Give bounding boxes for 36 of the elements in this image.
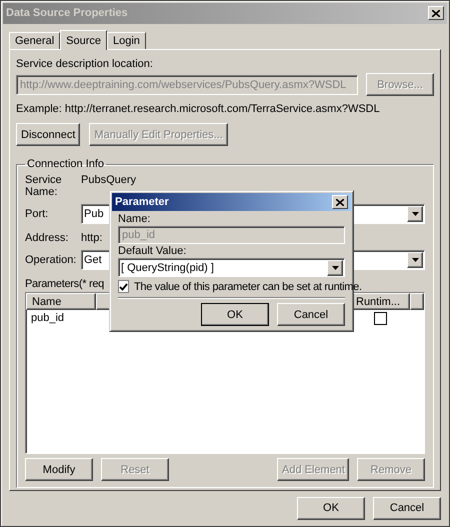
default-value-dropdown[interactable]: [ QueryString(pid) ]: [118, 258, 345, 277]
field-label: Service description location:: [16, 58, 154, 70]
example-text: Example: http://terranet.research.microsoft.com/TerraService.asmx?WSDL: [16, 103, 380, 116]
close-icon: [432, 10, 440, 17]
dialog-button[interactable]: OK: [297, 496, 365, 520]
field-label: Default Value:: [118, 245, 188, 257]
close-button[interactable]: [332, 195, 348, 209]
dropdown-arrow-icon: [332, 266, 338, 270]
field-label: Service Name:: [25, 174, 63, 198]
column-header[interactable]: Name: [26, 293, 96, 310]
table-button[interactable]: Modify: [25, 458, 93, 482]
close-button[interactable]: [428, 6, 444, 20]
field-label: Operation:: [25, 254, 78, 266]
action-button[interactable]: Disconnect: [16, 123, 80, 146]
dialog-button[interactable]: OK: [201, 303, 269, 326]
address-value: http:: [81, 232, 102, 244]
tab[interactable]: Login: [107, 32, 146, 50]
window-title: Data Source Properties: [6, 7, 128, 20]
service-name: PubsQuery: [81, 174, 136, 186]
tab[interactable]: Source: [60, 30, 107, 50]
dialog-title: Parameter: [115, 196, 169, 208]
tab[interactable]: General: [9, 32, 60, 50]
table-cell-text: pub_id: [30, 312, 66, 324]
group-title: Connection Info: [26, 158, 106, 170]
close-icon: [336, 198, 344, 206]
checkmark-icon: [119, 282, 128, 290]
field-label: Name:: [118, 213, 152, 225]
dropdown-arrow-icon: [412, 258, 418, 262]
checkbox[interactable]: [374, 312, 386, 325]
field-label: Port:: [25, 208, 50, 220]
dropdown-arrow-icon: [412, 212, 418, 216]
checkbox[interactable]: [118, 280, 129, 293]
dialog-button[interactable]: Cancel: [277, 303, 345, 326]
field-label: Parameters(* req: [25, 278, 104, 290]
field-label: Address:: [25, 232, 70, 244]
dialog-button[interactable]: Cancel: [373, 496, 441, 520]
